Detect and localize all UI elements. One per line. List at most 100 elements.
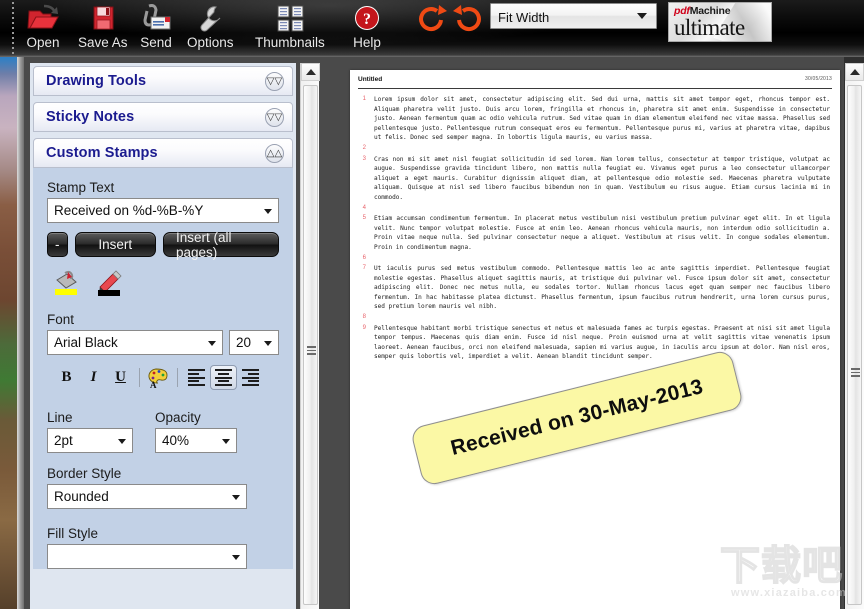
document-line: 8 xyxy=(358,313,830,323)
line-number: 4 xyxy=(362,204,366,211)
border-style-value: Rounded xyxy=(54,489,109,504)
zoom-level-select[interactable] xyxy=(490,3,657,29)
panel-sticky-notes[interactable]: Sticky Notes ▽▽ xyxy=(33,102,293,132)
line-width-combo[interactable]: 2pt xyxy=(47,428,133,453)
font-family-combo[interactable]: Arial Black xyxy=(47,330,223,355)
font-label: Font xyxy=(47,312,75,327)
floppy-disk-icon xyxy=(88,2,118,34)
stamp-text-value: Received on %d-%B-%Y xyxy=(54,203,204,218)
toolbar-button-open[interactable]: Open xyxy=(26,2,60,50)
align-center-icon xyxy=(215,368,232,388)
toolbar-button-save-as[interactable]: Save As xyxy=(78,2,128,50)
toolbar-button-rotate-right[interactable] xyxy=(452,2,484,34)
fill-style-combo[interactable] xyxy=(47,544,247,569)
toolbar-label-options: Options xyxy=(187,35,234,50)
remove-stamp-button[interactable]: - xyxy=(47,232,68,257)
scroll-thumb-grip xyxy=(851,366,860,379)
border-style-combo[interactable]: Rounded xyxy=(47,484,247,509)
sidebar-scroll-thumb[interactable] xyxy=(303,85,318,605)
line-color-button[interactable] xyxy=(95,269,129,299)
grid-pages-icon xyxy=(273,2,307,34)
document-line: 1 Lorem ipsum dolor sit amet, consectetu… xyxy=(358,95,830,143)
sidebar-scroll-up-button[interactable] xyxy=(301,63,320,81)
insert-all-pages-button[interactable]: Insert (all pages) xyxy=(163,230,279,260)
document-line: 6 xyxy=(358,254,830,264)
application-window: Open Save As Send Options Thumbnails ? H… xyxy=(0,0,864,609)
bold-button[interactable]: B xyxy=(53,365,80,390)
paragraph-text xyxy=(374,204,830,214)
document-scrollbar[interactable] xyxy=(845,63,864,609)
line-label: Line xyxy=(47,410,73,425)
line-number: 7 xyxy=(362,265,366,272)
chevron-down-icon[interactable] xyxy=(264,209,272,214)
chevron-down-icon[interactable] xyxy=(118,439,126,444)
document-line: 9 Pellentesque habitant morbi tristique … xyxy=(358,324,830,362)
line-number: 9 xyxy=(362,324,366,331)
opacity-combo[interactable]: 40% xyxy=(155,428,237,453)
document-body: 1 Lorem ipsum dolor sit amet, consectetu… xyxy=(358,95,830,362)
pdfmachine-ultimate-logo: pdfMachine ultimate xyxy=(668,2,772,42)
toolbar-button-rotate-left[interactable] xyxy=(416,2,448,34)
chevron-down-icon[interactable] xyxy=(232,495,240,500)
pencil-icon xyxy=(98,270,122,296)
align-right-button[interactable] xyxy=(237,365,264,390)
document-line: 7 Ut iaculis purus sed metus vestibulum … xyxy=(358,264,830,312)
panel-title-custom-stamps: Custom Stamps xyxy=(46,145,158,161)
insert-stamp-button[interactable]: Insert xyxy=(74,232,156,257)
fill-color-button[interactable] xyxy=(51,269,85,299)
font-family-value: Arial Black xyxy=(54,335,118,350)
line-number: 3 xyxy=(362,155,366,162)
line-opacity-row: Line 2pt Opacity 40% xyxy=(47,404,279,453)
italic-button[interactable]: I xyxy=(80,365,107,390)
toolbar-button-send[interactable]: Send xyxy=(140,2,172,50)
opacity-label: Opacity xyxy=(155,410,201,425)
underline-button[interactable]: U xyxy=(107,365,134,390)
align-left-button[interactable] xyxy=(183,365,210,390)
format-toolbar: B I U A xyxy=(47,365,279,390)
chevron-down-icon[interactable] xyxy=(222,439,230,444)
panel-custom-stamps[interactable]: Custom Stamps △△ xyxy=(33,138,293,168)
line-number: 5 xyxy=(362,215,366,222)
toolbar-label-save-as: Save As xyxy=(78,35,128,50)
rotate-right-icon xyxy=(452,2,484,34)
paragraph-text: Etiam accumsan condimentum fermentum. In… xyxy=(374,215,830,251)
custom-stamps-body: Stamp Text Received on %d-%B-%Y - Insert… xyxy=(33,168,293,569)
opacity-value: 40% xyxy=(162,433,190,448)
stamp-text-combo[interactable]: Received on %d-%B-%Y xyxy=(47,198,279,223)
panel-title-sticky-notes: Sticky Notes xyxy=(46,109,135,125)
chevron-down-icon[interactable] xyxy=(264,341,272,346)
toolbar-drag-grip[interactable] xyxy=(10,2,16,54)
toolbar-label-open: Open xyxy=(26,35,60,50)
font-color-palette-icon: A xyxy=(147,368,167,389)
panel-drawing-tools[interactable]: Drawing Tools ▽▽ xyxy=(33,66,293,96)
toolbar-button-options[interactable]: Options xyxy=(187,2,234,50)
chevron-down-icon[interactable] xyxy=(232,555,240,560)
chevron-up-icon[interactable]: △△ xyxy=(265,144,284,163)
toolbar-button-help[interactable]: ? Help xyxy=(352,2,382,50)
chevron-down-icon[interactable] xyxy=(637,13,647,19)
paragraph-text xyxy=(374,254,830,264)
font-size-combo[interactable]: 20 xyxy=(229,330,279,355)
pdf-page[interactable]: Untitled 30/05/2013 1 Lorem ipsum dolor … xyxy=(350,70,840,609)
stamp-button-row: - Insert Insert (all pages) xyxy=(47,230,279,260)
arrow-up-icon xyxy=(849,69,860,75)
scroll-thumb-grip xyxy=(307,344,316,357)
border-style-label: Border Style xyxy=(47,466,122,481)
paragraph-text xyxy=(374,313,830,323)
document-scroll-up-button[interactable] xyxy=(845,63,864,81)
align-center-button[interactable] xyxy=(210,365,237,390)
chevron-down-icon[interactable]: ▽▽ xyxy=(265,72,284,91)
line-width-value: 2pt xyxy=(54,433,73,448)
document-line: 5 Etiam accumsan condimentum fermentum. … xyxy=(358,214,830,252)
document-scroll-thumb[interactable] xyxy=(847,85,862,605)
svg-text:?: ? xyxy=(363,11,371,28)
line-number: 6 xyxy=(362,254,366,261)
paragraph-text: Lorem ipsum dolor sit amet, consectetur … xyxy=(374,96,830,142)
toolbar-button-thumbnails[interactable]: Thumbnails xyxy=(255,2,325,50)
chevron-down-icon[interactable]: ▽▽ xyxy=(265,108,284,127)
chevron-down-icon[interactable] xyxy=(208,341,216,346)
document-date: 30/05/2013 xyxy=(804,76,832,82)
toolbar-label-help: Help xyxy=(353,35,381,50)
sidebar-scrollbar[interactable] xyxy=(300,63,320,609)
font-color-button[interactable]: A xyxy=(145,365,172,390)
